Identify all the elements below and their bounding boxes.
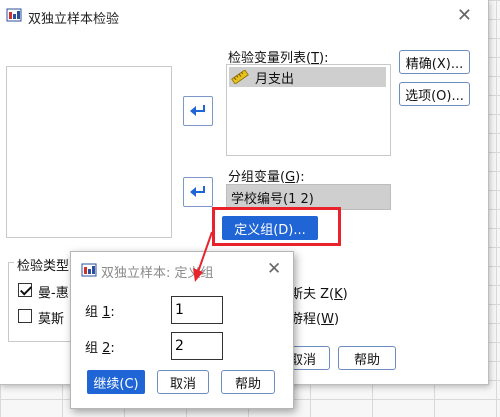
grouping-variable-label: 分组变量(G): xyxy=(228,170,305,185)
mann-whitney-checkbox[interactable] xyxy=(18,283,32,297)
exact-button[interactable]: 精确(X)... xyxy=(399,50,470,74)
close-icon[interactable]: ✕ xyxy=(267,259,281,279)
mann-whitney-label: 曼-惠 xyxy=(38,286,69,301)
spss-app-icon xyxy=(81,263,97,277)
move-to-grouping-button[interactable] xyxy=(183,177,213,207)
ruler-icon xyxy=(231,70,249,84)
arrow-right-icon xyxy=(190,105,205,116)
test-type-title: 检验类型 xyxy=(14,255,73,274)
grouping-variable-value: 学校编号(1 2) xyxy=(231,192,314,207)
list-item[interactable]: 月支出 xyxy=(229,67,386,87)
wald-wolfowitz-label: 游程(W) xyxy=(290,312,340,327)
continue-button[interactable]: 继续(C) xyxy=(87,370,145,394)
sub-cancel-button[interactable]: 取消 xyxy=(157,370,209,394)
spss-app-icon xyxy=(6,8,22,22)
options-button[interactable]: 选项(O)... xyxy=(399,82,470,106)
dialog-title: 双独立样本检验 xyxy=(28,12,120,27)
source-variable-list[interactable] xyxy=(6,66,172,238)
close-icon[interactable]: ✕ xyxy=(457,5,472,26)
dialog-titlebar: 双独立样本检验 ✕ xyxy=(0,0,488,30)
moses-label: 莫斯 xyxy=(38,312,65,327)
help-button[interactable]: 帮助 xyxy=(338,346,396,370)
group2-input[interactable] xyxy=(171,332,223,360)
test-variable-label: 月支出 xyxy=(255,71,295,87)
group1-label: 组 1: xyxy=(85,305,115,320)
test-variable-list[interactable]: 月支出 xyxy=(226,64,391,156)
define-groups-title: 双独立样本: 定义组 xyxy=(101,266,214,281)
sub-help-button[interactable]: 帮助 xyxy=(221,370,275,394)
group2-label: 组 2: xyxy=(85,341,115,356)
highlight-box xyxy=(212,207,341,246)
kolmogorov-smirnov-label: 斯夫 Z(K) xyxy=(290,287,348,302)
moses-checkbox[interactable] xyxy=(18,309,32,323)
arrow-right-icon xyxy=(190,186,205,197)
group1-input[interactable] xyxy=(171,296,223,324)
move-to-test-list-button[interactable] xyxy=(183,96,213,126)
define-groups-dialog: 双独立样本: 定义组 ✕ 组 1: 组 2: 继续(C) 取消 帮助 xyxy=(70,251,294,409)
